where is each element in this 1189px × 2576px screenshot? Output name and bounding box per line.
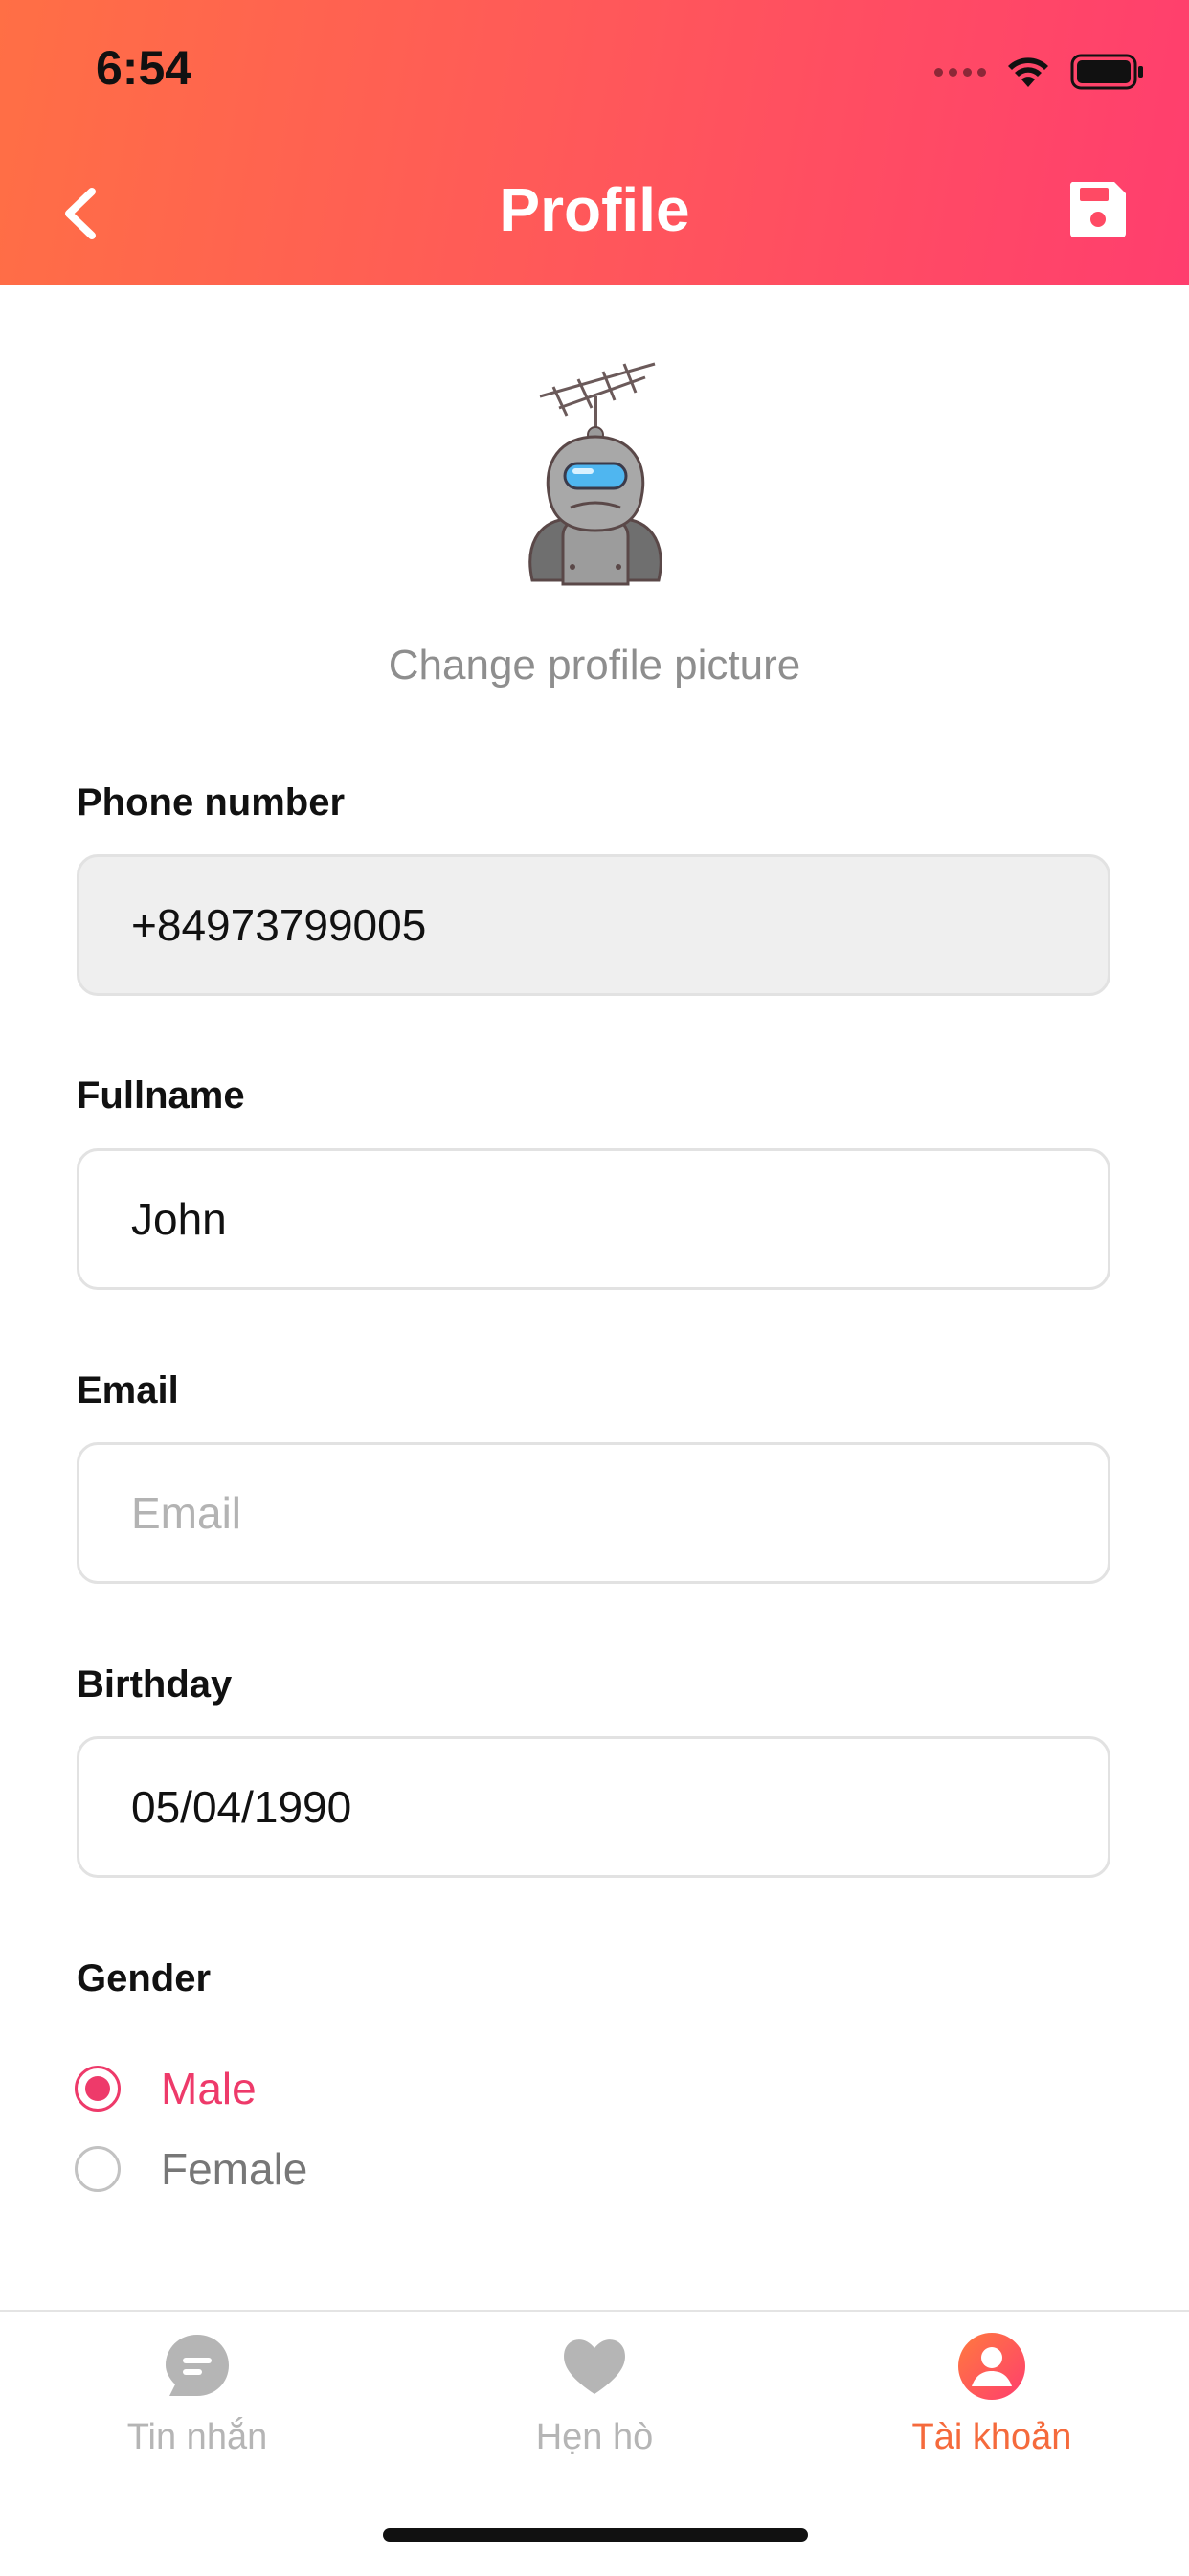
wifi-icon	[1008, 57, 1048, 87]
male-label[interactable]: Male	[161, 2063, 257, 2114]
tab-dating[interactable]: Hẹn hò	[460, 2331, 729, 2458]
male-radio[interactable]	[75, 2066, 121, 2112]
status-icons	[934, 54, 1145, 90]
phone-label: Phone number	[77, 781, 346, 824]
fullname-label: Fullname	[77, 1074, 245, 1117]
female-radio[interactable]	[75, 2146, 121, 2192]
fullname-value[interactable]: John	[131, 1193, 227, 1245]
birthday-value[interactable]: 05/04/1990	[131, 1781, 351, 1833]
tab-account-label: Tài khoản	[911, 2417, 1072, 2457]
signal-icon	[934, 67, 986, 77]
app-header: 6:54 Profile	[0, 0, 1189, 285]
tab-messages[interactable]: Tin nhắn	[63, 2331, 331, 2458]
fullname-field[interactable]: John	[77, 1148, 1110, 1290]
page-title: Profile	[499, 175, 690, 244]
avatar[interactable]	[511, 354, 678, 607]
battery-icon	[1070, 54, 1143, 90]
gender-option-female[interactable]: Female	[75, 2143, 307, 2195]
chat-bubble-icon	[166, 2335, 229, 2396]
tab-messages-label: Tin nhắn	[126, 2417, 268, 2457]
status-time: 6:54	[96, 41, 192, 95]
phone-field: +84973799005	[77, 854, 1110, 996]
change-profile-picture-link[interactable]: Change profile picture	[0, 642, 1189, 689]
floppy-disk-icon	[1069, 182, 1126, 237]
gender-option-male[interactable]: Male	[75, 2063, 257, 2114]
robot-avatar-icon	[528, 362, 662, 586]
email-label: Email	[77, 1369, 179, 1412]
email-input[interactable]	[131, 1487, 1056, 1539]
save-button[interactable]	[1066, 178, 1130, 241]
home-indicator	[383, 2528, 808, 2542]
tab-dating-label: Hẹn hò	[535, 2417, 654, 2457]
birthday-field[interactable]: 05/04/1990	[77, 1736, 1110, 1878]
female-label[interactable]: Female	[161, 2143, 307, 2195]
birthday-label: Birthday	[77, 1663, 233, 1706]
user-icon	[958, 2333, 1025, 2400]
gender-label: Gender	[77, 1957, 212, 2000]
tab-account[interactable]: Tài khoản	[858, 2331, 1126, 2458]
phone-value: +84973799005	[131, 900, 427, 950]
email-field[interactable]	[77, 1442, 1110, 1584]
heart-icon	[564, 2339, 625, 2394]
